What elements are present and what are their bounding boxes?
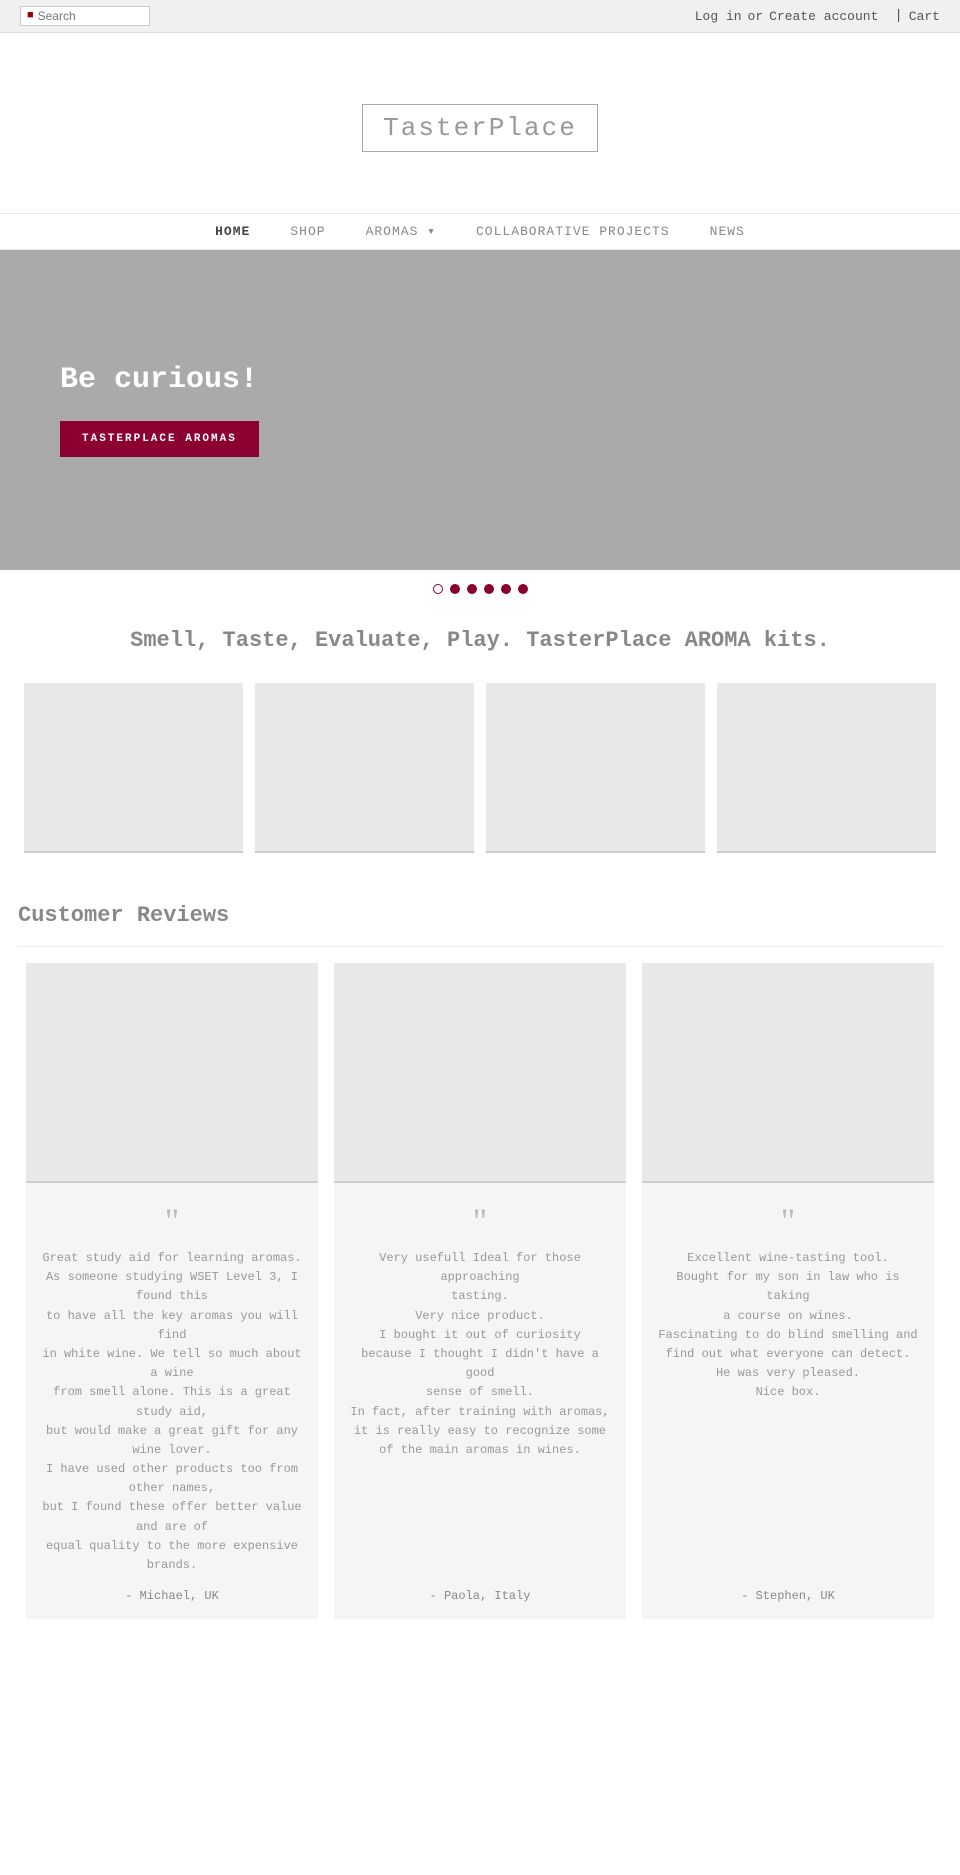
hero-cta-button[interactable]: TASTERPLACE AROMAS: [60, 421, 259, 457]
create-account-link[interactable]: Create account: [769, 9, 878, 24]
product-item-2[interactable]: [249, 673, 480, 863]
reviews-section: Customer Reviews " Great study aid for l…: [0, 873, 960, 1645]
product-image-2: [255, 683, 474, 853]
search-form[interactable]: ■: [20, 6, 150, 26]
review-card-3: " Excellent wine-tasting tool. Bought fo…: [642, 1183, 934, 1619]
quote-mark-1: ": [165, 1203, 180, 1239]
tagline: Smell, Taste, Evaluate, Play. TasterPlac…: [0, 608, 960, 663]
reviewer-3: - Stephen, UK: [741, 1589, 835, 1603]
search-input[interactable]: [38, 9, 138, 23]
review-image-3: [642, 963, 934, 1183]
hero-content: Be curious! TASTERPLACE AROMAS: [60, 363, 259, 457]
review-text-3: Excellent wine-tasting tool. Bought for …: [658, 1249, 918, 1575]
review-image-1: [26, 963, 318, 1183]
product-item-4[interactable]: [711, 673, 942, 863]
top-bar-right: Log in or Create account | Cart: [695, 8, 940, 24]
carousel-dot-5[interactable]: [501, 584, 511, 594]
quote-mark-3: ": [781, 1203, 796, 1239]
login-link[interactable]: Log in: [695, 9, 742, 24]
review-item-2: " Very usefull Ideal for those approachi…: [326, 957, 634, 1625]
reviews-divider: [18, 946, 942, 947]
carousel-dots: [0, 570, 960, 608]
carousel-dot-1[interactable]: [433, 584, 443, 594]
nav-collaborative[interactable]: COLLABORATIVE PROJECTS: [476, 224, 670, 239]
nav-home[interactable]: HOME: [215, 224, 250, 239]
product-image-4: [717, 683, 936, 853]
carousel-dot-6[interactable]: [518, 584, 528, 594]
nav-news[interactable]: NEWS: [710, 224, 745, 239]
hero-title: Be curious!: [60, 363, 259, 397]
product-image-1: [24, 683, 243, 853]
nav-shop[interactable]: SHOP: [290, 224, 325, 239]
product-grid: [0, 663, 960, 873]
hero-banner: Be curious! TASTERPLACE AROMAS: [0, 250, 960, 570]
search-icon: ■: [27, 10, 34, 22]
carousel-dot-3[interactable]: [467, 584, 477, 594]
carousel-dot-4[interactable]: [484, 584, 494, 594]
cart-divider: |: [894, 8, 902, 24]
review-card-2: " Very usefull Ideal for those approachi…: [334, 1183, 626, 1619]
carousel-dot-2[interactable]: [450, 584, 460, 594]
reviews-grid: " Great study aid for learning aromas. A…: [18, 957, 942, 1625]
reviewer-1: - Michael, UK: [125, 1589, 219, 1603]
product-item-1[interactable]: [18, 673, 249, 863]
reviews-title: Customer Reviews: [18, 903, 942, 928]
reviewer-2: - Paola, Italy: [430, 1589, 531, 1603]
cart-link[interactable]: Cart: [909, 9, 940, 24]
review-item-1: " Great study aid for learning aromas. A…: [18, 957, 326, 1625]
review-image-2: [334, 963, 626, 1183]
main-nav: HOME SHOP AROMAS ▾ COLLABORATIVE PROJECT…: [0, 213, 960, 250]
review-text-2: Very usefull Ideal for those approaching…: [350, 1249, 610, 1575]
logo-area: TasterPlace: [0, 33, 960, 213]
nav-aromas[interactable]: AROMAS ▾: [366, 224, 436, 239]
product-image-3: [486, 683, 705, 853]
product-item-3[interactable]: [480, 673, 711, 863]
top-bar: ■ Log in or Create account | Cart: [0, 0, 960, 33]
site-logo[interactable]: TasterPlace: [362, 104, 598, 152]
review-item-3: " Excellent wine-tasting tool. Bought fo…: [634, 957, 942, 1625]
review-text-1: Great study aid for learning aromas. As …: [42, 1249, 302, 1575]
quote-mark-2: ": [473, 1203, 488, 1239]
review-card-1: " Great study aid for learning aromas. A…: [26, 1183, 318, 1619]
or-label: or: [748, 9, 764, 24]
